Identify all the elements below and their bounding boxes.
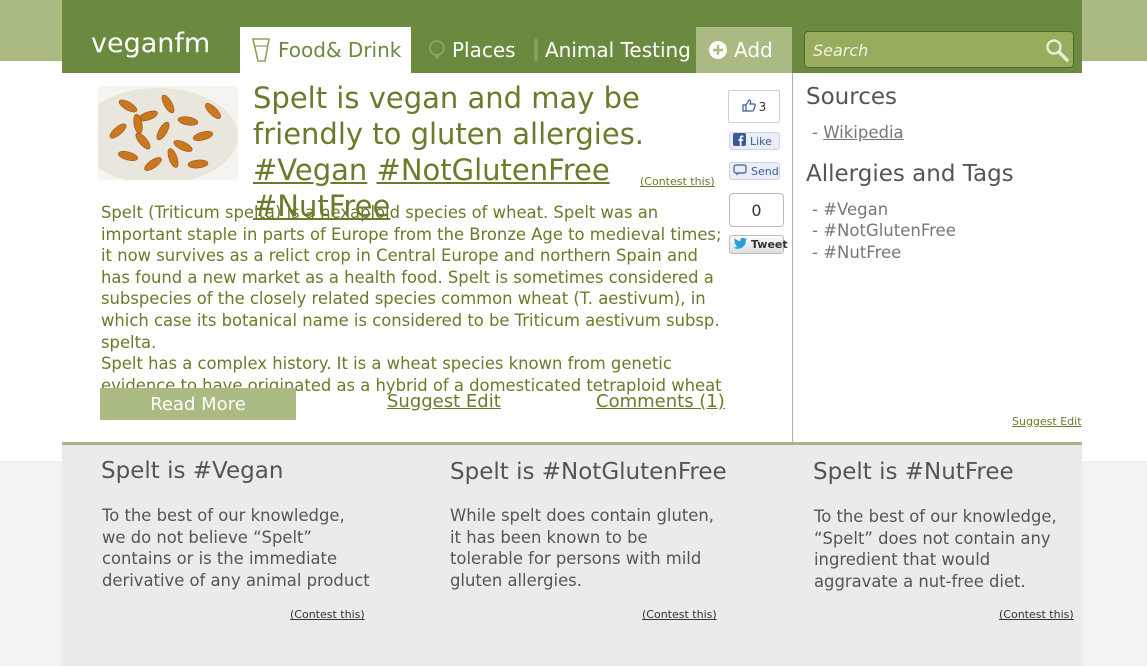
send-label: Send xyxy=(751,164,779,178)
read-more-button[interactable]: Read More xyxy=(100,388,296,420)
tags-heading: Allergies and Tags xyxy=(806,161,1014,187)
sidebar-divider xyxy=(792,73,793,443)
location-icon xyxy=(428,39,446,61)
card-nutfree-title: Spelt is #NutFree xyxy=(813,459,1014,485)
title-text: Spelt is vegan and may be friendly to gl… xyxy=(253,81,645,151)
like-count-box: 3 xyxy=(728,90,780,123)
tab-label: Animal Testing xyxy=(545,38,691,62)
tab-label: Add xyxy=(734,38,773,62)
glass-icon xyxy=(250,37,272,63)
tag-item[interactable]: - #Vegan xyxy=(812,200,888,219)
title-tag-vegan[interactable]: #Vegan xyxy=(253,153,367,187)
site-logo[interactable]: veganfm xyxy=(91,28,210,59)
tweet-label: Tweet xyxy=(751,238,788,251)
card-nutfree-contest-link[interactable]: (Contest this) xyxy=(999,608,1074,621)
spelt-photo xyxy=(98,86,238,180)
tag-item[interactable]: - #NotGlutenFree xyxy=(812,221,956,240)
facebook-icon xyxy=(733,133,746,149)
tab-food-drink[interactable]: Food& Drink xyxy=(240,27,411,73)
thumbs-up-icon xyxy=(742,98,756,115)
tab-label: Food& Drink xyxy=(278,38,402,62)
tag-label: #Vegan xyxy=(823,200,889,219)
tab-animal-testing[interactable]: Animal Testing xyxy=(533,27,691,73)
tab-places[interactable]: Places xyxy=(428,27,516,73)
search-icon[interactable] xyxy=(1045,38,1069,66)
plus-circle-icon xyxy=(708,40,728,60)
tag-label: #NutFree xyxy=(823,243,902,262)
card-nutfree-text: To the best of our knowledge, “Spelt” do… xyxy=(814,507,1057,591)
source-link-wikipedia[interactable]: Wikipedia xyxy=(823,123,903,142)
facebook-send-button[interactable]: Send xyxy=(729,162,780,180)
title-tag-notglutenfree[interactable]: #NotGlutenFree xyxy=(377,153,610,187)
test-tube-icon xyxy=(533,38,539,62)
card-vegan-title: Spelt is #Vegan xyxy=(101,458,284,484)
sidebar-suggest-edit-link[interactable]: Suggest Edit xyxy=(1012,415,1082,428)
tweet-count-box: 0 xyxy=(729,193,784,227)
search-input[interactable] xyxy=(813,38,1033,62)
twitter-bird-icon xyxy=(733,237,748,252)
card-vegan-contest-link[interactable]: (Contest this) xyxy=(290,608,365,621)
article-body-p1: Spelt (Triticum spelta) is a hexaploid s… xyxy=(101,203,722,352)
card-notglutenfree-contest-link[interactable]: (Contest this) xyxy=(642,608,717,621)
suggest-edit-link[interactable]: Suggest Edit xyxy=(387,391,501,412)
tab-label: Places xyxy=(452,38,516,62)
article-body: Spelt (Triticum spelta) is a hexaploid s… xyxy=(101,202,726,418)
send-icon xyxy=(733,163,747,179)
sources-heading: Sources xyxy=(806,84,897,110)
tweet-button[interactable]: Tweet xyxy=(729,235,788,254)
comments-link[interactable]: Comments (1) xyxy=(596,391,725,412)
tag-item[interactable]: - #NutFree xyxy=(812,243,901,262)
like-label: Like xyxy=(750,134,772,148)
contest-title-link[interactable]: (Contest this) xyxy=(640,175,715,188)
search-box xyxy=(804,31,1074,68)
card-notglutenfree-title: Spelt is #NotGlutenFree xyxy=(450,459,727,485)
tag-label: #NotGlutenFree xyxy=(823,221,956,240)
card-notglutenfree-text: While spelt does contain gluten, it has … xyxy=(450,506,714,590)
card-vegan-text: To the best of our knowledge, we do not … xyxy=(102,506,370,590)
facebook-like-button[interactable]: Like xyxy=(729,132,780,150)
tab-add[interactable]: Add xyxy=(696,27,792,73)
like-count: 3 xyxy=(758,99,767,114)
source-item: - Wikipedia xyxy=(812,123,904,142)
